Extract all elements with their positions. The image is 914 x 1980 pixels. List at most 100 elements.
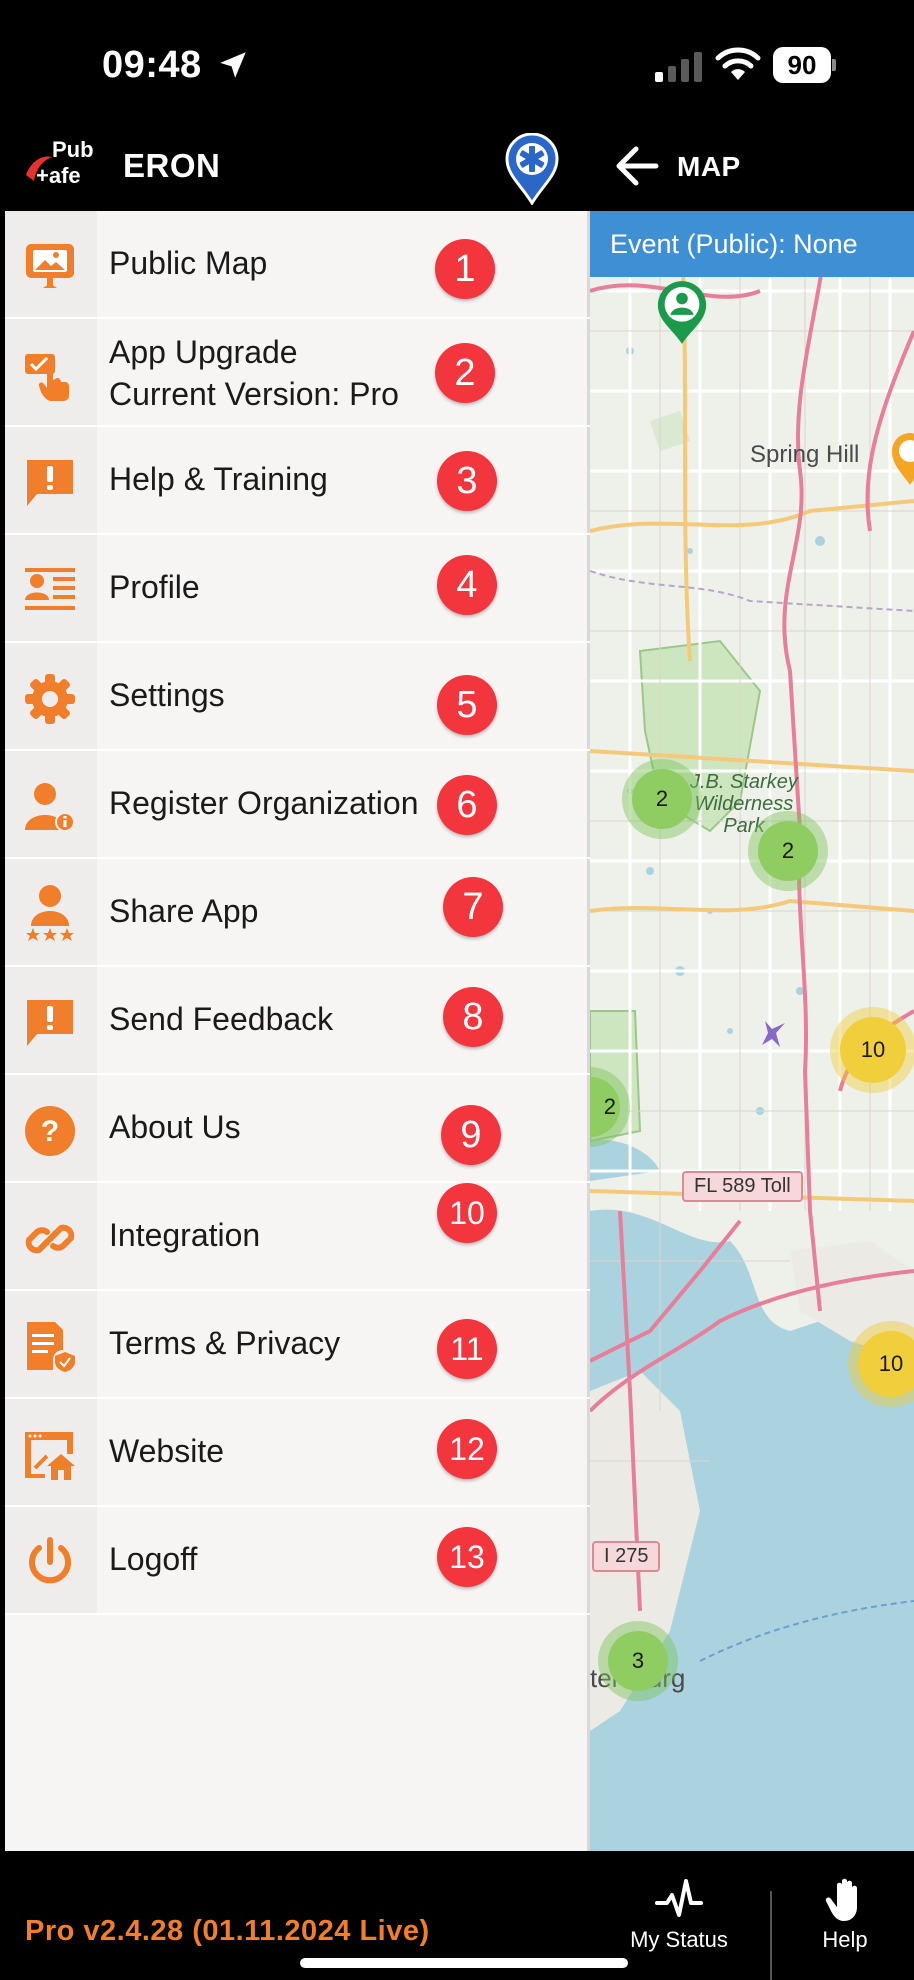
menu-label: Public Map [109, 245, 268, 281]
status-time: 09:48 [102, 44, 202, 86]
menu-badge: 8 [443, 987, 503, 1047]
app-screen: 09:48 90 Pub +afe ERON MAP Spring Hill J… [0, 0, 914, 1980]
menu-label: Website [109, 1433, 225, 1469]
browser-home-icon [25, 1432, 75, 1480]
map-cluster[interactable]: 10 [830, 1007, 914, 1093]
menu-item-settings[interactable]: Settings 5 [5, 643, 590, 751]
cluster-count: 3 [608, 1631, 668, 1691]
map-cluster[interactable]: 2 [622, 759, 702, 839]
menu-badge: 2 [435, 343, 495, 403]
menu-badge: 5 [437, 675, 497, 735]
tab-my-status[interactable]: My Status [608, 1875, 750, 1975]
menu-label: About Us [109, 1109, 241, 1145]
menu-label: App Upgrade [109, 334, 298, 370]
event-bar[interactable]: Event (Public): None [590, 211, 914, 277]
menu-label: Integration [109, 1217, 261, 1253]
menu-sublabel: Current Version: Pro [109, 376, 399, 412]
upgrade-touch-icon [25, 354, 69, 401]
menu-item-terms-privacy[interactable]: Terms & Privacy 11 [5, 1291, 590, 1399]
battery-tip [832, 59, 836, 71]
menu-item-public-map[interactable]: Public Map 1 [5, 211, 590, 319]
responder-marker-icon[interactable] [654, 277, 710, 347]
menu-badge: 9 [441, 1105, 501, 1165]
menu-item-share-app[interactable]: Share App 7 [5, 859, 590, 967]
menu-item-logoff[interactable]: Logoff 13 [5, 1507, 590, 1615]
menu-label: Settings [109, 677, 225, 713]
logo-text-top: Pub [52, 137, 94, 162]
map-label-spring-hill: Spring Hill [750, 441, 860, 468]
menu-icon-cell [5, 535, 97, 641]
map-label-i275: I 275 [592, 1541, 661, 1572]
hand-icon [825, 1878, 857, 1921]
menu-item-help-training[interactable]: Help & Training 3 [5, 427, 590, 535]
document-shield-icon [27, 1322, 75, 1372]
menu-badge: 3 [437, 451, 497, 511]
pulse-icon [655, 1879, 703, 1917]
menu-icon-cell [5, 751, 97, 857]
status-bar: 09:48 90 [0, 0, 914, 125]
cluster-count: 10 [858, 1331, 914, 1397]
menu-item-website[interactable]: Website 12 [5, 1399, 590, 1507]
cluster-count: 2 [590, 1077, 620, 1137]
menu-item-register-organization[interactable]: Register Organization 6 [5, 751, 590, 859]
gear-icon [25, 674, 75, 724]
incident-marker-icon[interactable] [890, 431, 914, 487]
back-arrow-icon[interactable] [612, 141, 662, 191]
person-info-icon [25, 783, 75, 832]
tab-label: My Status [630, 1927, 728, 1952]
wifi-icon [715, 47, 761, 80]
menu-item-profile[interactable]: Profile 4 [5, 535, 590, 643]
link-icon [25, 1224, 75, 1254]
menu-icon-cell [5, 427, 97, 533]
park-label-line-1: J.B. Starkey [690, 771, 798, 793]
menu-item-integration[interactable]: Integration 10 [5, 1183, 590, 1291]
menu-label: Help & Training [109, 461, 328, 497]
menu-icon-cell [5, 1507, 97, 1613]
menu-badge: 13 [437, 1527, 497, 1587]
map-cluster[interactable]: 3 [598, 1621, 678, 1701]
menu-badge: 4 [437, 555, 497, 615]
menu-item-about-us[interactable]: ? About Us 9 [5, 1075, 590, 1183]
medical-pin-icon[interactable] [503, 133, 561, 205]
app-name: ERON [123, 147, 221, 184]
menu-icon-cell [5, 319, 97, 425]
menu-label-group: App Upgrade Current Version: Pro [109, 331, 399, 415]
menu-icon-cell [5, 1399, 97, 1505]
tab-help[interactable]: Help [776, 1875, 914, 1975]
menu-icon-cell [5, 1291, 97, 1397]
home-indicator[interactable] [300, 1958, 628, 1968]
menu-icon-cell [5, 1183, 97, 1289]
menu-icon-cell [5, 967, 97, 1073]
map-label-fl589: FL 589 Toll [682, 1171, 803, 1202]
map-cluster[interactable]: 2 [748, 811, 828, 891]
feedback-chat-icon [27, 1000, 73, 1046]
tab-divider [770, 1891, 772, 1980]
menu-badge: 12 [437, 1419, 497, 1479]
cluster-count: 2 [758, 821, 818, 881]
menu-item-send-feedback[interactable]: Send Feedback 8 [5, 967, 590, 1075]
cluster-count: 2 [632, 769, 692, 829]
menu-badge: 7 [443, 877, 503, 937]
cellular-signal-icon [655, 52, 702, 82]
menu-badge: 11 [437, 1319, 497, 1379]
menu-badge: 6 [437, 775, 497, 835]
menu-label: Register Organization [109, 785, 419, 821]
pubsafe-logo: Pub +afe [26, 137, 94, 188]
person-stars-icon [26, 885, 74, 941]
menu-icon-cell: ? [5, 1075, 97, 1181]
power-icon [29, 1537, 71, 1584]
menu-label: Send Feedback [109, 1001, 334, 1037]
side-drawer: Public Map 1 App Upgrade Current Version… [5, 211, 590, 1891]
menu-item-app-upgrade[interactable]: App Upgrade Current Version: Pro 2 [5, 319, 590, 427]
alert-chat-icon [27, 460, 73, 506]
tab-label: Help [822, 1927, 868, 1952]
location-arrow-icon [220, 52, 246, 78]
battery-level: 90 [773, 47, 831, 83]
public-map-icon [26, 244, 74, 288]
app-header: Pub +afe ERON MAP [0, 125, 914, 211]
map-view[interactable]: Spring Hill J.B. Starkey Wilderness Park… [590, 211, 914, 1851]
logo-text-bottom: +afe [36, 163, 81, 188]
battery-icon: 90 [773, 47, 836, 83]
menu-label: Share App [109, 893, 259, 929]
app-version: Pro v2.4.28 (01.11.2024 Live) [25, 1915, 430, 1947]
